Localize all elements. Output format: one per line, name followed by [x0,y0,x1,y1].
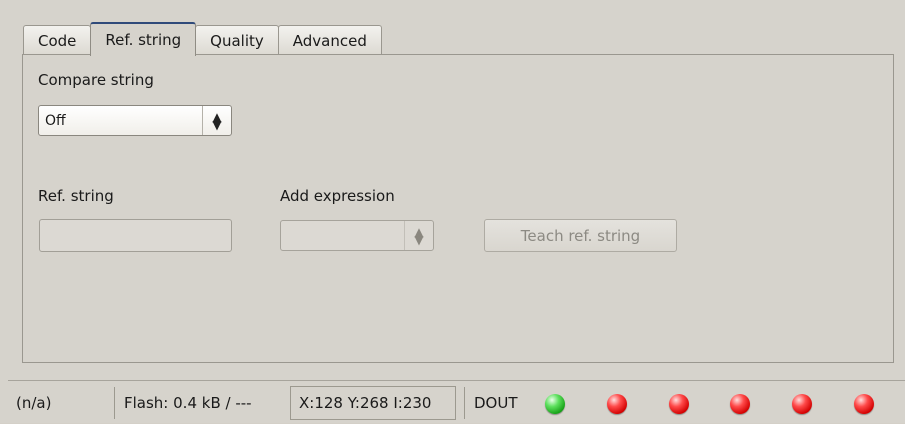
add-expression-label: Add expression [280,187,395,205]
dout-led-6-icon [854,394,874,414]
status-bar: (n/a) Flash: 0.4 kB / --- X:128 Y:268 I:… [8,380,905,424]
tab-advanced[interactable]: Advanced [277,25,382,55]
dout-led-4-icon [730,394,750,414]
ref-string-input[interactable] [39,219,232,252]
dout-label: DOUT [474,394,518,412]
tab-code[interactable]: Code [23,25,92,55]
tab-quality[interactable]: Quality [195,25,279,55]
dout-led-2-icon [607,394,627,414]
tab-bar: Code Ref. string Quality Advanced [23,22,382,56]
teach-ref-string-button[interactable]: Teach ref. string [484,219,677,252]
dout-led-5-icon [792,394,812,414]
ref-string-label: Ref. string [38,187,114,205]
tab-ref-string[interactable]: Ref. string [90,22,197,56]
up-down-arrows-icon: ▲ ▼ [202,106,231,135]
app-window: Code Ref. string Quality Advanced Compar… [0,0,905,423]
add-expression-select[interactable]: ▲ ▼ [280,220,434,251]
status-coordinates: X:128 Y:268 I:230 [290,386,456,420]
dout-led-1-icon [545,394,565,414]
status-separator [464,387,465,419]
ref-string-panel: Compare string Off ▲ ▼ Ref. string Add ex… [22,54,894,363]
status-na: (n/a) [16,394,52,412]
compare-string-label: Compare string [38,71,154,89]
compare-string-select[interactable]: Off ▲ ▼ [38,105,232,136]
compare-string-value: Off [45,112,66,129]
dout-led-3-icon [669,394,689,414]
up-down-arrows-icon: ▲ ▼ [404,221,433,250]
status-separator [114,387,115,419]
status-flash: Flash: 0.4 kB / --- [124,394,252,412]
